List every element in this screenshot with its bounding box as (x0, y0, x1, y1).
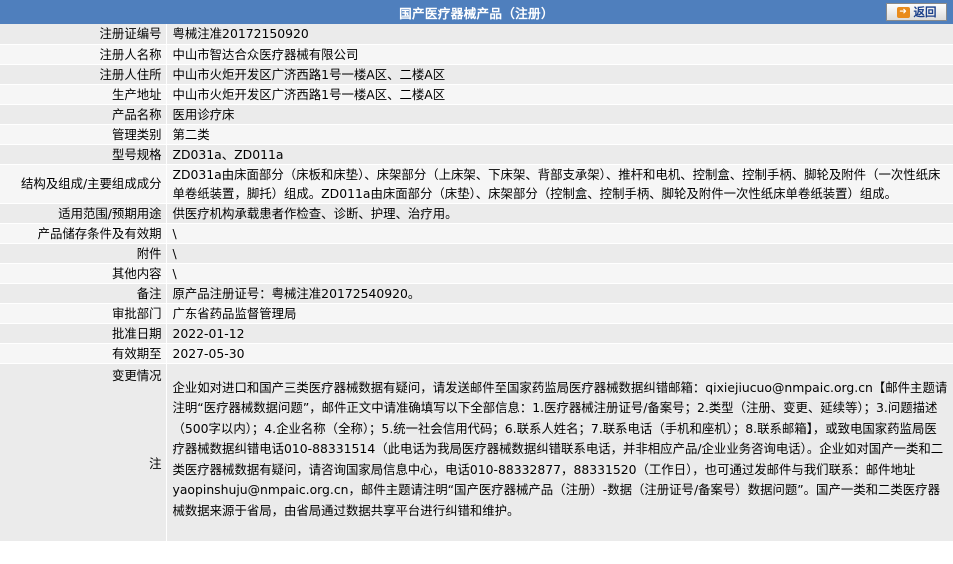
field-value: 广东省药品监督管理局 (166, 303, 953, 323)
field-label: 批准日期 (0, 323, 167, 343)
row-storage-validity: 产品储存条件及有效期 \ (0, 223, 953, 243)
field-label: 适用范围/预期用途 (0, 203, 167, 223)
row-registrant-name: 注册人名称 中山市智达合众医疗器械有限公司 (0, 44, 953, 64)
row-other-content: 其他内容 \ (0, 263, 953, 283)
field-value: 医用诊疗床 (166, 104, 953, 124)
field-value: \ (166, 263, 953, 283)
field-label: 生产地址 (0, 84, 167, 104)
changes-label: 变更情况 (111, 367, 162, 383)
field-label: 管理类别 (0, 124, 167, 144)
back-button[interactable]: ➜ 返回 (886, 3, 947, 21)
field-value: 供医疗机构承载患者作检查、诊断、护理、治疗用。 (166, 203, 953, 223)
field-label: 结构及组成/主要组成成分 (0, 164, 167, 203)
row-registrant-address: 注册人住所 中山市火炬开发区广济西路1号一楼A区、二楼A区 (0, 64, 953, 84)
page-title: 国产医疗器械产品（注册） (399, 5, 554, 21)
back-arrow-icon: ➜ (896, 6, 910, 18)
row-remarks: 备注 原产品注册证号：粤械注准20172540920。 (0, 283, 953, 303)
field-value: 2027-05-30 (166, 343, 953, 363)
field-value: ZD031a由床面部分（床板和床垫）、床架部分（上床架、下床架、背部支承架）、推… (166, 164, 953, 203)
field-value: 中山市智达合众医疗器械有限公司 (166, 44, 953, 64)
field-label: 产品储存条件及有效期 (0, 223, 167, 243)
field-value: 粤械注准20172150920 (166, 24, 953, 44)
field-value: \ (166, 223, 953, 243)
field-value: 原产品注册证号：粤械注准20172540920。 (166, 283, 953, 303)
row-production-address: 生产地址 中山市火炬开发区广济西路1号一楼A区、二楼A区 (0, 84, 953, 104)
back-button-label: 返回 (913, 5, 937, 19)
field-value: 中山市火炬开发区广济西路1号一楼A区、二楼A区 (166, 64, 953, 84)
row-intended-use: 适用范围/预期用途 供医疗机构承载患者作检查、诊断、护理、治疗用。 (0, 203, 953, 223)
field-label: 审批部门 (0, 303, 167, 323)
note-label: 注 (149, 455, 162, 471)
field-value: 第二类 (166, 124, 953, 144)
detail-table: 注册证编号 粤械注准20172150920 注册人名称 中山市智达合众医疗器械有… (0, 24, 953, 542)
field-label: 有效期至 (0, 343, 167, 363)
row-attachments: 附件 \ (0, 243, 953, 263)
field-value: 2022-01-12 (166, 323, 953, 343)
row-structure-composition: 结构及组成/主要组成成分 ZD031a由床面部分（床板和床垫）、床架部分（上床架… (0, 164, 953, 203)
notes-label-cell: 变更情况 注 (0, 363, 167, 541)
row-notes-section: 变更情况 注 企业如对进口和国产三类医疗器械数据有疑问，请发送邮件至国家药监局医… (0, 363, 953, 541)
field-label: 型号规格 (0, 144, 167, 164)
field-value: ZD031a、ZD011a (166, 144, 953, 164)
field-label: 注册人住所 (0, 64, 167, 84)
field-label: 其他内容 (0, 263, 167, 283)
field-label: 注册人名称 (0, 44, 167, 64)
field-label: 附件 (0, 243, 167, 263)
note-text: 企业如对进口和国产三类医疗器械数据有疑问，请发送邮件至国家药监局医疗器械数据纠错… (166, 363, 953, 541)
field-label: 产品名称 (0, 104, 167, 124)
row-registration-number: 注册证编号 粤械注准20172150920 (0, 24, 953, 44)
row-model-spec: 型号规格 ZD031a、ZD011a (0, 144, 953, 164)
row-product-name: 产品名称 医用诊疗床 (0, 104, 953, 124)
field-value: \ (166, 243, 953, 263)
page-header: 国产医疗器械产品（注册） ➜ 返回 (0, 0, 953, 24)
field-value: 中山市火炬开发区广济西路1号一楼A区、二楼A区 (166, 84, 953, 104)
field-label: 注册证编号 (0, 24, 167, 44)
row-approval-date: 批准日期 2022-01-12 (0, 323, 953, 343)
row-management-class: 管理类别 第二类 (0, 124, 953, 144)
row-valid-until: 有效期至 2027-05-30 (0, 343, 953, 363)
field-label: 备注 (0, 283, 167, 303)
row-approval-department: 审批部门 广东省药品监督管理局 (0, 303, 953, 323)
